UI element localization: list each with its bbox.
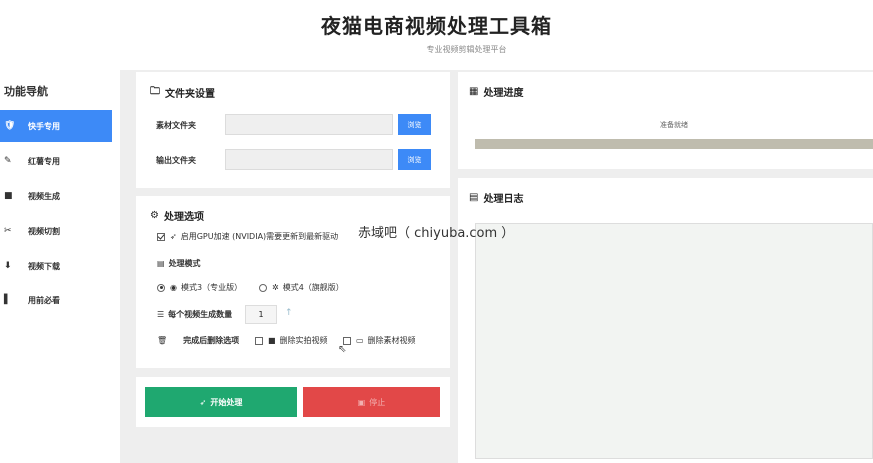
source-folder-label: 素材文件夹 [156,121,196,130]
gpu-accel-label: 启用GPU加速 (NVIDIA)需要更新到最新驱动 [180,232,339,241]
delete-shot-checkbox[interactable] [255,336,263,345]
clipboard-icon: ▤ [157,259,165,268]
mode4-label: 模式4（旗舰版） [282,283,344,292]
stop-button[interactable]: ▣ 停止 [303,387,440,417]
pencil-icon: ✎ [4,156,12,166]
options-title-text: 处理选项 [163,212,204,223]
book-icon: ▌ [4,295,11,305]
mode3-radio[interactable] [157,283,165,292]
video-icon: ■ [4,191,13,201]
progress-bar [475,139,873,149]
trash-icon: 🗑 [157,336,168,345]
stop-button-label: 停止 [369,397,386,407]
delete-material-label: 删除素材视频 [367,336,416,345]
bug-icon: ✲ [272,283,279,292]
delete-shot-label: 删除实拍视频 [279,336,328,345]
status-text: 准备就绪 [660,121,688,129]
list-icon: ☰ [157,310,165,319]
document-icon: ▤ [469,192,479,203]
delete-options-row: 🗑 完成后删除选项 [157,335,239,346]
progress-title-text: 处理进度 [483,88,524,99]
output-folder-label: 输出文件夹 [156,156,196,165]
rocket-icon: ➶ [170,232,177,241]
sidebar: 功能导航 🛡 快手专用 ✎ 红薯专用 ■ 视频生成 ✂ 视频切割 ⬇ 视频下载 … [0,70,120,463]
start-button-label: 开始处理 [210,397,243,407]
app-header: 夜猫电商视频处理工具箱 专业视频剪辑处理平台 [0,0,873,70]
mode3-option[interactable]: ◉ 模式3（专业版） [157,282,242,293]
sidebar-item-video-download[interactable]: ⬇ 视频下载 [0,250,112,282]
download-icon: ⬇ [4,261,12,271]
sidebar-title: 功能导航 [4,85,48,98]
mode4-option[interactable]: ✲ 模式4（旗舰版） [259,282,344,293]
folder-settings-title-text: 文件夹设置 [165,89,215,100]
sidebar-item-kuaishou[interactable]: 🛡 快手专用 [0,110,112,142]
log-title-text: 处理日志 [483,194,524,205]
mouse-cursor-icon: ⇖ [338,344,347,355]
delete-options-label: 完成后删除选项 [183,336,240,345]
scissors-icon: ✂ [4,226,12,236]
mode-heading: ▤ 处理模式 [157,258,201,269]
sidebar-item-label: 视频下载 [28,261,60,271]
progress-title: ▦ 处理进度 [469,84,523,99]
mode-heading-label: 处理模式 [168,259,201,268]
stop-icon: ▣ [357,397,366,407]
sidebar-item-guide[interactable]: ▌ 用前必看 [0,284,112,316]
arrow-up-icon[interactable]: ↑ [285,308,293,318]
app-title: 夜猫电商视频处理工具箱 [321,14,552,38]
count-label: 每个视频生成数量 [168,310,233,319]
mode4-radio[interactable] [259,283,267,292]
count-input[interactable]: 1 [245,305,277,324]
count-row: ☰ 每个视频生成数量 [157,309,232,320]
output-browse-button[interactable]: 浏览 [398,149,431,170]
app-subtitle: 专业视频剪辑处理平台 [426,45,507,54]
folder-icon: 🗀 [150,86,160,97]
log-title: ▤ 处理日志 [469,190,523,205]
film-icon: ■ [268,336,276,345]
gpu-accel-checkbox[interactable] [157,232,165,241]
mode3-label: 模式3（专业版） [180,283,243,292]
sidebar-item-video-cut[interactable]: ✂ 视频切割 [0,215,112,247]
sidebar-item-label: 视频生成 [28,191,60,201]
watermark-text: 赤域吧（ chiyuba.com ） [358,226,515,241]
delete-material-option[interactable]: ▭ 删除素材视频 [343,335,416,346]
shield-icon: 🛡 [4,121,16,131]
source-folder-input[interactable] [225,114,393,135]
delete-shot-option[interactable]: ■ 删除实拍视频 [255,335,328,346]
chart-icon: ▦ [469,86,479,97]
options-title: ⚙ 处理选项 [150,208,204,223]
log-textarea[interactable] [475,223,873,459]
monitor-icon: ▭ [356,336,364,345]
sidebar-item-xiaohongshu[interactable]: ✎ 红薯专用 [0,145,112,177]
output-folder-input[interactable] [225,149,393,170]
folder-settings-title: 🗀 文件夹设置 [150,84,215,101]
gear-icon: ⚙ [150,210,159,221]
sidebar-item-label: 用前必看 [28,295,60,305]
source-browse-button[interactable]: 浏览 [398,114,431,135]
sidebar-item-label: 红薯专用 [28,156,60,166]
start-button[interactable]: ➶ 开始处理 [145,387,297,417]
rocket-icon: ➶ [199,397,207,407]
eye-icon: ◉ [170,283,177,292]
sidebar-item-label: 视频切割 [28,226,60,236]
sidebar-item-label: 快手专用 [28,121,60,131]
sidebar-item-video-generate[interactable]: ■ 视频生成 [0,180,112,212]
gpu-accel-option[interactable]: ➶ 启用GPU加速 (NVIDIA)需要更新到最新驱动 [157,231,338,242]
